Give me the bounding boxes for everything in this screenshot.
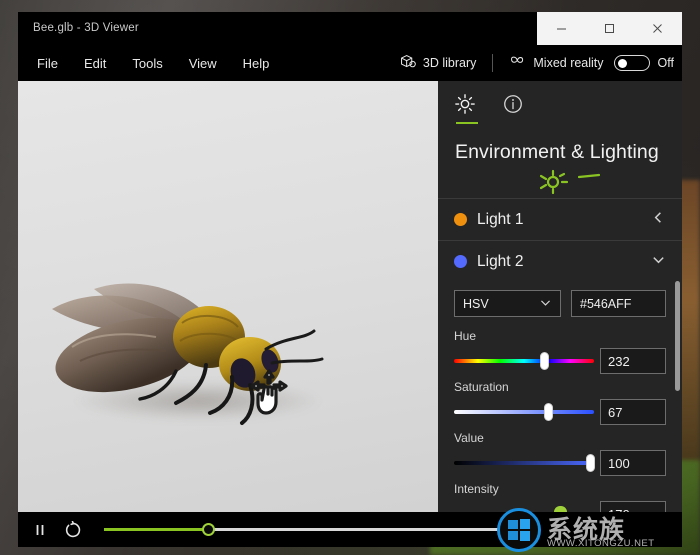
light-1-color-dot xyxy=(454,213,467,226)
info-icon xyxy=(502,95,524,119)
3d-viewport[interactable] xyxy=(18,81,438,512)
hue-label: Hue xyxy=(454,329,477,343)
intensity-value-input[interactable]: 170 xyxy=(600,501,666,512)
progress-fill xyxy=(104,528,208,531)
animation-playback-bar xyxy=(18,512,682,547)
3d-library-button[interactable]: 3D library xyxy=(389,48,487,78)
light-row-light-1[interactable]: Light 1 xyxy=(438,198,682,240)
intensity-slider-group: Intensity 170 xyxy=(454,482,666,512)
title-bar: Bee.glb - 3D Viewer xyxy=(18,12,682,45)
mixed-reality-icon xyxy=(509,53,526,73)
panel-tab-strip xyxy=(438,81,682,124)
3d-library-label: 3D library xyxy=(422,56,477,70)
hue-track xyxy=(454,359,594,363)
app-window: Bee.glb - 3D Viewer File Edit Tools View… xyxy=(18,12,682,547)
mixed-reality-button[interactable]: Mixed reality xyxy=(499,48,613,78)
value-slider[interactable] xyxy=(454,454,595,472)
panel-title: Environment & Lighting xyxy=(455,141,659,163)
tab-info[interactable] xyxy=(502,93,528,119)
hue-thumb[interactable] xyxy=(539,352,549,370)
hex-color-input[interactable]: #546AFF xyxy=(571,290,666,317)
menu-item-help[interactable]: Help xyxy=(230,51,283,76)
saturation-value: 67 xyxy=(608,404,623,420)
pause-button[interactable] xyxy=(32,522,48,538)
pan-move-cursor xyxy=(250,369,288,415)
saturation-label: Saturation xyxy=(454,380,509,394)
saturation-slider[interactable] xyxy=(454,403,594,421)
menu-bar: File Edit Tools View Help 3D library Mix… xyxy=(18,45,682,81)
mixed-reality-state-label: Off xyxy=(657,56,674,70)
close-button[interactable] xyxy=(634,12,682,45)
hue-slider[interactable] xyxy=(454,352,594,370)
cube-icon xyxy=(399,53,416,73)
progress-thumb[interactable] xyxy=(202,523,215,536)
minimize-button[interactable] xyxy=(537,12,585,45)
value-value: 100 xyxy=(608,455,630,471)
value-thumb[interactable] xyxy=(585,454,595,472)
menu-item-tools[interactable]: Tools xyxy=(119,51,175,76)
intensity-label: Intensity xyxy=(454,482,499,496)
intensity-slider[interactable] xyxy=(454,505,594,512)
light-2-color-dot xyxy=(454,255,467,268)
green-sun-ink-annotation xyxy=(438,164,682,198)
menu-item-file[interactable]: File xyxy=(24,51,71,76)
saturation-track xyxy=(454,410,594,414)
chevron-left-icon[interactable] xyxy=(651,210,666,230)
hue-value: 232 xyxy=(608,353,630,369)
color-mode-row: HSV #546AFF xyxy=(454,290,666,317)
bee-3d-model xyxy=(52,283,324,425)
window-controls xyxy=(537,12,682,45)
saturation-value-input[interactable]: 67 xyxy=(600,399,666,425)
menu-divider xyxy=(492,54,494,72)
repeat-button[interactable] xyxy=(64,520,82,539)
toggle-knob xyxy=(617,59,627,68)
environment-lighting-panel: Environment & Lighting Light 1 Light 2 H… xyxy=(438,81,682,512)
color-mode-select[interactable]: HSV xyxy=(454,290,561,317)
light-1-label: Light 1 xyxy=(477,210,524,228)
chevron-down-icon xyxy=(539,296,552,312)
tab-environment-lighting[interactable] xyxy=(454,93,480,124)
menu-item-view[interactable]: View xyxy=(176,51,230,76)
hex-color-value: #546AFF xyxy=(580,296,632,311)
light-2-controls: HSV #546AFF Hue 232 Saturation 67 Value … xyxy=(438,282,682,512)
saturation-slider-group: Saturation 67 xyxy=(454,380,666,425)
light-2-label: Light 2 xyxy=(477,252,524,270)
mixed-reality-toggle[interactable] xyxy=(613,55,650,71)
color-mode-value: HSV xyxy=(463,296,489,311)
maximize-button[interactable] xyxy=(585,12,633,45)
value-value-input[interactable]: 100 xyxy=(600,450,666,476)
window-title: Bee.glb - 3D Viewer xyxy=(33,22,139,34)
saturation-thumb[interactable] xyxy=(543,403,553,421)
menu-item-edit[interactable]: Edit xyxy=(71,51,119,76)
tab-selected-indicator xyxy=(456,122,478,124)
value-slider-group: Value 100 xyxy=(454,431,666,476)
value-label: Value xyxy=(454,431,484,445)
animation-progress-slider[interactable] xyxy=(104,522,534,538)
hue-value-input[interactable]: 232 xyxy=(600,348,666,374)
sun-icon xyxy=(454,94,476,119)
chevron-down-icon[interactable] xyxy=(651,252,666,272)
value-track xyxy=(454,461,594,465)
main-area: Environment & Lighting Light 1 Light 2 H… xyxy=(18,81,682,547)
mixed-reality-label: Mixed reality xyxy=(533,56,604,70)
hue-slider-group: Hue 232 xyxy=(454,329,666,374)
panel-scrollbar[interactable] xyxy=(675,281,680,391)
light-row-light-2[interactable]: Light 2 xyxy=(438,240,682,282)
